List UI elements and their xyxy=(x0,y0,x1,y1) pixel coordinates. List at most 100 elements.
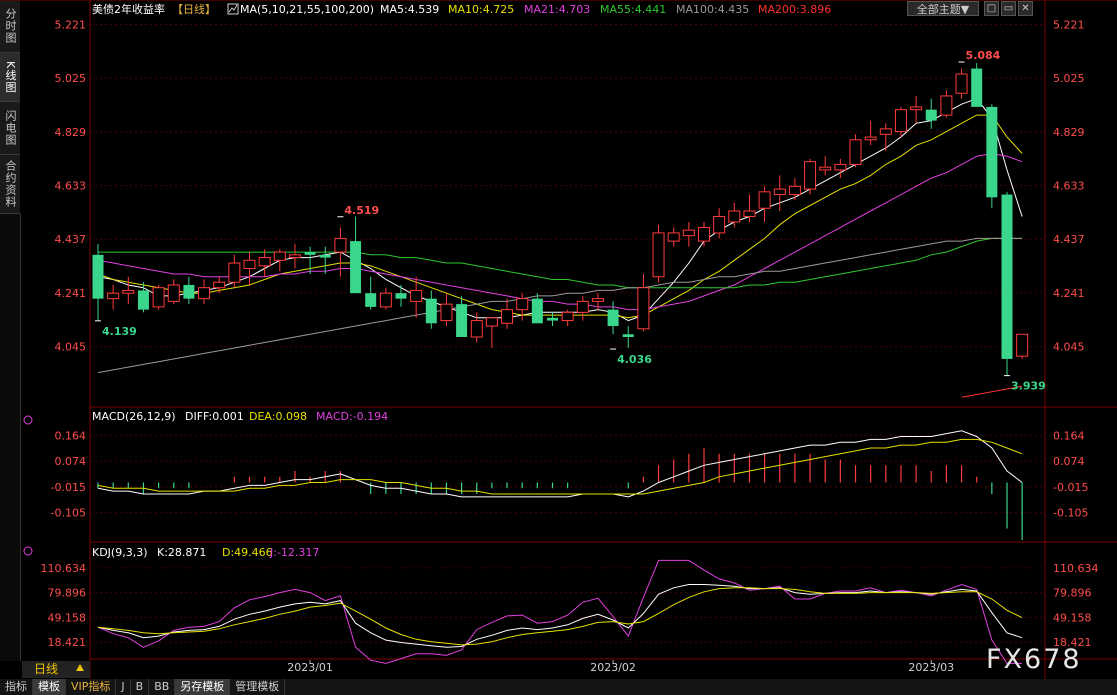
candle-body-up xyxy=(743,210,756,217)
y-tick-label-left: 4.437 xyxy=(55,233,87,246)
candle-body-up xyxy=(501,309,514,324)
period-caret-icon xyxy=(76,664,84,671)
candle-body-up xyxy=(788,185,801,196)
candle-body-up xyxy=(940,95,953,116)
y-tick-label-right: 4.045 xyxy=(1053,341,1085,354)
watermark-logo: FX678 xyxy=(986,644,1082,675)
candle-body-up xyxy=(410,289,423,302)
candle-body-up xyxy=(713,215,726,234)
candle-body-down xyxy=(319,254,331,258)
price-annotations: 4.139 4.519 4.036 5.084 3.939 xyxy=(95,49,1046,393)
y-tick-label-left: 4.241 xyxy=(55,287,87,300)
y-tick-label-left: 5.221 xyxy=(55,18,87,31)
candle-body-down xyxy=(607,309,619,327)
candle-body-up xyxy=(485,317,498,327)
candle-body-up xyxy=(667,232,680,242)
candle-body-down xyxy=(395,293,407,299)
kdj-params: KDJ(9,3,3) xyxy=(92,546,148,559)
kdj-tick-right: 110.634 xyxy=(1053,562,1099,575)
tab-save-template[interactable]: 另存模板 xyxy=(175,679,231,695)
candle-body-up xyxy=(288,254,301,259)
tab-vip-indicators[interactable]: VIP指标 xyxy=(66,679,117,695)
ma55-value: MA55:4.441 xyxy=(600,3,666,16)
candle-body-up xyxy=(879,128,892,135)
macd-tick-right: -0.015 xyxy=(1053,481,1088,494)
kdj-settings-icon[interactable] xyxy=(23,546,33,556)
x-tick-label: 2023/02 xyxy=(590,661,636,674)
kdj-tick-left: 18.421 xyxy=(48,636,87,649)
kdj-tick-left: 79.896 xyxy=(48,587,87,600)
candle-body-up xyxy=(728,210,741,223)
candle-body-up xyxy=(819,166,832,171)
macd-diff: DIFF:0.001 xyxy=(185,410,244,423)
macd-tick-left: 0.074 xyxy=(55,455,87,468)
kdj-d: D:49.466 xyxy=(222,546,273,559)
candle-body-down xyxy=(137,290,149,310)
kdj-panel: 110.634 110.634 79.896 79.896 49.158 49.158 18… xyxy=(41,559,1099,664)
candle-body-up xyxy=(576,300,589,313)
tab-b[interactable]: B xyxy=(131,679,150,695)
candle-body-down xyxy=(304,252,316,255)
ma-line-ma10 xyxy=(97,114,1023,319)
ma5-value: MA5:4.539 xyxy=(380,3,439,16)
instrument-title: 美债2年收益率 xyxy=(92,2,165,16)
candle-body-up xyxy=(682,229,695,237)
candle-body-down xyxy=(925,109,937,121)
tab-templates[interactable]: 模板 xyxy=(33,679,66,695)
y-tick-label-left: 4.829 xyxy=(55,126,87,139)
annotation-label: 3.939 xyxy=(1011,380,1046,393)
kdj-header: KDJ(9,3,3) K:28.871 D:49.466 J:-12.317 xyxy=(92,546,319,559)
theme-dropdown[interactable]: 全部主题▼ xyxy=(907,1,979,16)
macd-dea: DEA:0.098 xyxy=(249,410,307,423)
candle-body-up xyxy=(652,232,665,278)
ma-line-ma21 xyxy=(97,152,1023,311)
candle-body-down xyxy=(350,241,362,294)
tab-indicators[interactable]: 指标 xyxy=(0,679,33,695)
annotation-label: 5.084 xyxy=(966,49,1001,62)
candle-body-up xyxy=(804,161,817,190)
macd-tick-left: -0.015 xyxy=(51,481,86,494)
y-tick-label-right: 4.633 xyxy=(1053,180,1085,193)
ma-settings-icon-glyph xyxy=(228,4,238,13)
kdj-k-line xyxy=(97,584,1023,648)
candle-body-up xyxy=(440,303,453,322)
kline-chart[interactable]: 美债2年收益率 【日线】 MA(5,10,21,55,100,200) MA5:… xyxy=(0,0,1117,695)
macd-tick-right: 0.074 xyxy=(1053,455,1085,468)
y-tick-label-right: 4.829 xyxy=(1053,126,1085,139)
candle-body-up xyxy=(228,262,241,283)
macd-panel: 0.164 0.164 0.074 0.074 -0.015 -0.015 -0.105 -0… xyxy=(51,429,1088,540)
candle-body-up xyxy=(379,292,392,308)
candle-body-up xyxy=(334,237,347,253)
restore-button[interactable]: ▭ xyxy=(1001,1,1016,16)
tab-j[interactable]: J xyxy=(116,679,131,695)
kdj-j-line xyxy=(97,559,1023,664)
candle-body-up xyxy=(637,287,650,330)
bottom-toolbar: 指标 模板 VIP指标 J B BB 另存模板 管理模板 xyxy=(0,679,1117,695)
tab-manage-templates[interactable]: 管理模板 xyxy=(230,679,286,695)
candle-body-up xyxy=(107,292,120,300)
x-tick-label: 2023/03 xyxy=(908,661,954,674)
candle-body-up xyxy=(243,259,256,270)
candle-body-up xyxy=(773,188,786,196)
period-tag: 【日线】 xyxy=(172,2,216,16)
candle-body-up xyxy=(273,251,286,261)
candle-body-down xyxy=(971,68,983,107)
kdj-tick-left: 110.634 xyxy=(41,562,87,575)
y-tick-label-left: 4.045 xyxy=(55,341,87,354)
candle-body-up xyxy=(561,311,574,322)
ma-line-ma100 xyxy=(97,237,1023,374)
candle-body-down xyxy=(92,254,104,299)
ma100-value: MA100:4.435 xyxy=(676,3,749,16)
candle-body-down xyxy=(425,298,437,324)
kdj-tick-left: 49.158 xyxy=(48,611,87,624)
candle-body-down xyxy=(986,106,998,198)
candle-body-up xyxy=(910,106,923,111)
minimize-button[interactable]: □ xyxy=(984,1,999,16)
close-button[interactable]: ✕ xyxy=(1018,1,1033,16)
macd-settings-icon[interactable] xyxy=(23,415,33,425)
candle-body-up xyxy=(470,320,483,338)
tab-bb[interactable]: BB xyxy=(149,679,176,695)
candle-body-up xyxy=(1016,333,1029,357)
ma21-value: MA21:4.703 xyxy=(524,3,590,16)
main-header: 美债2年收益率 【日线】 MA(5,10,21,55,100,200) MA5:… xyxy=(92,2,831,16)
